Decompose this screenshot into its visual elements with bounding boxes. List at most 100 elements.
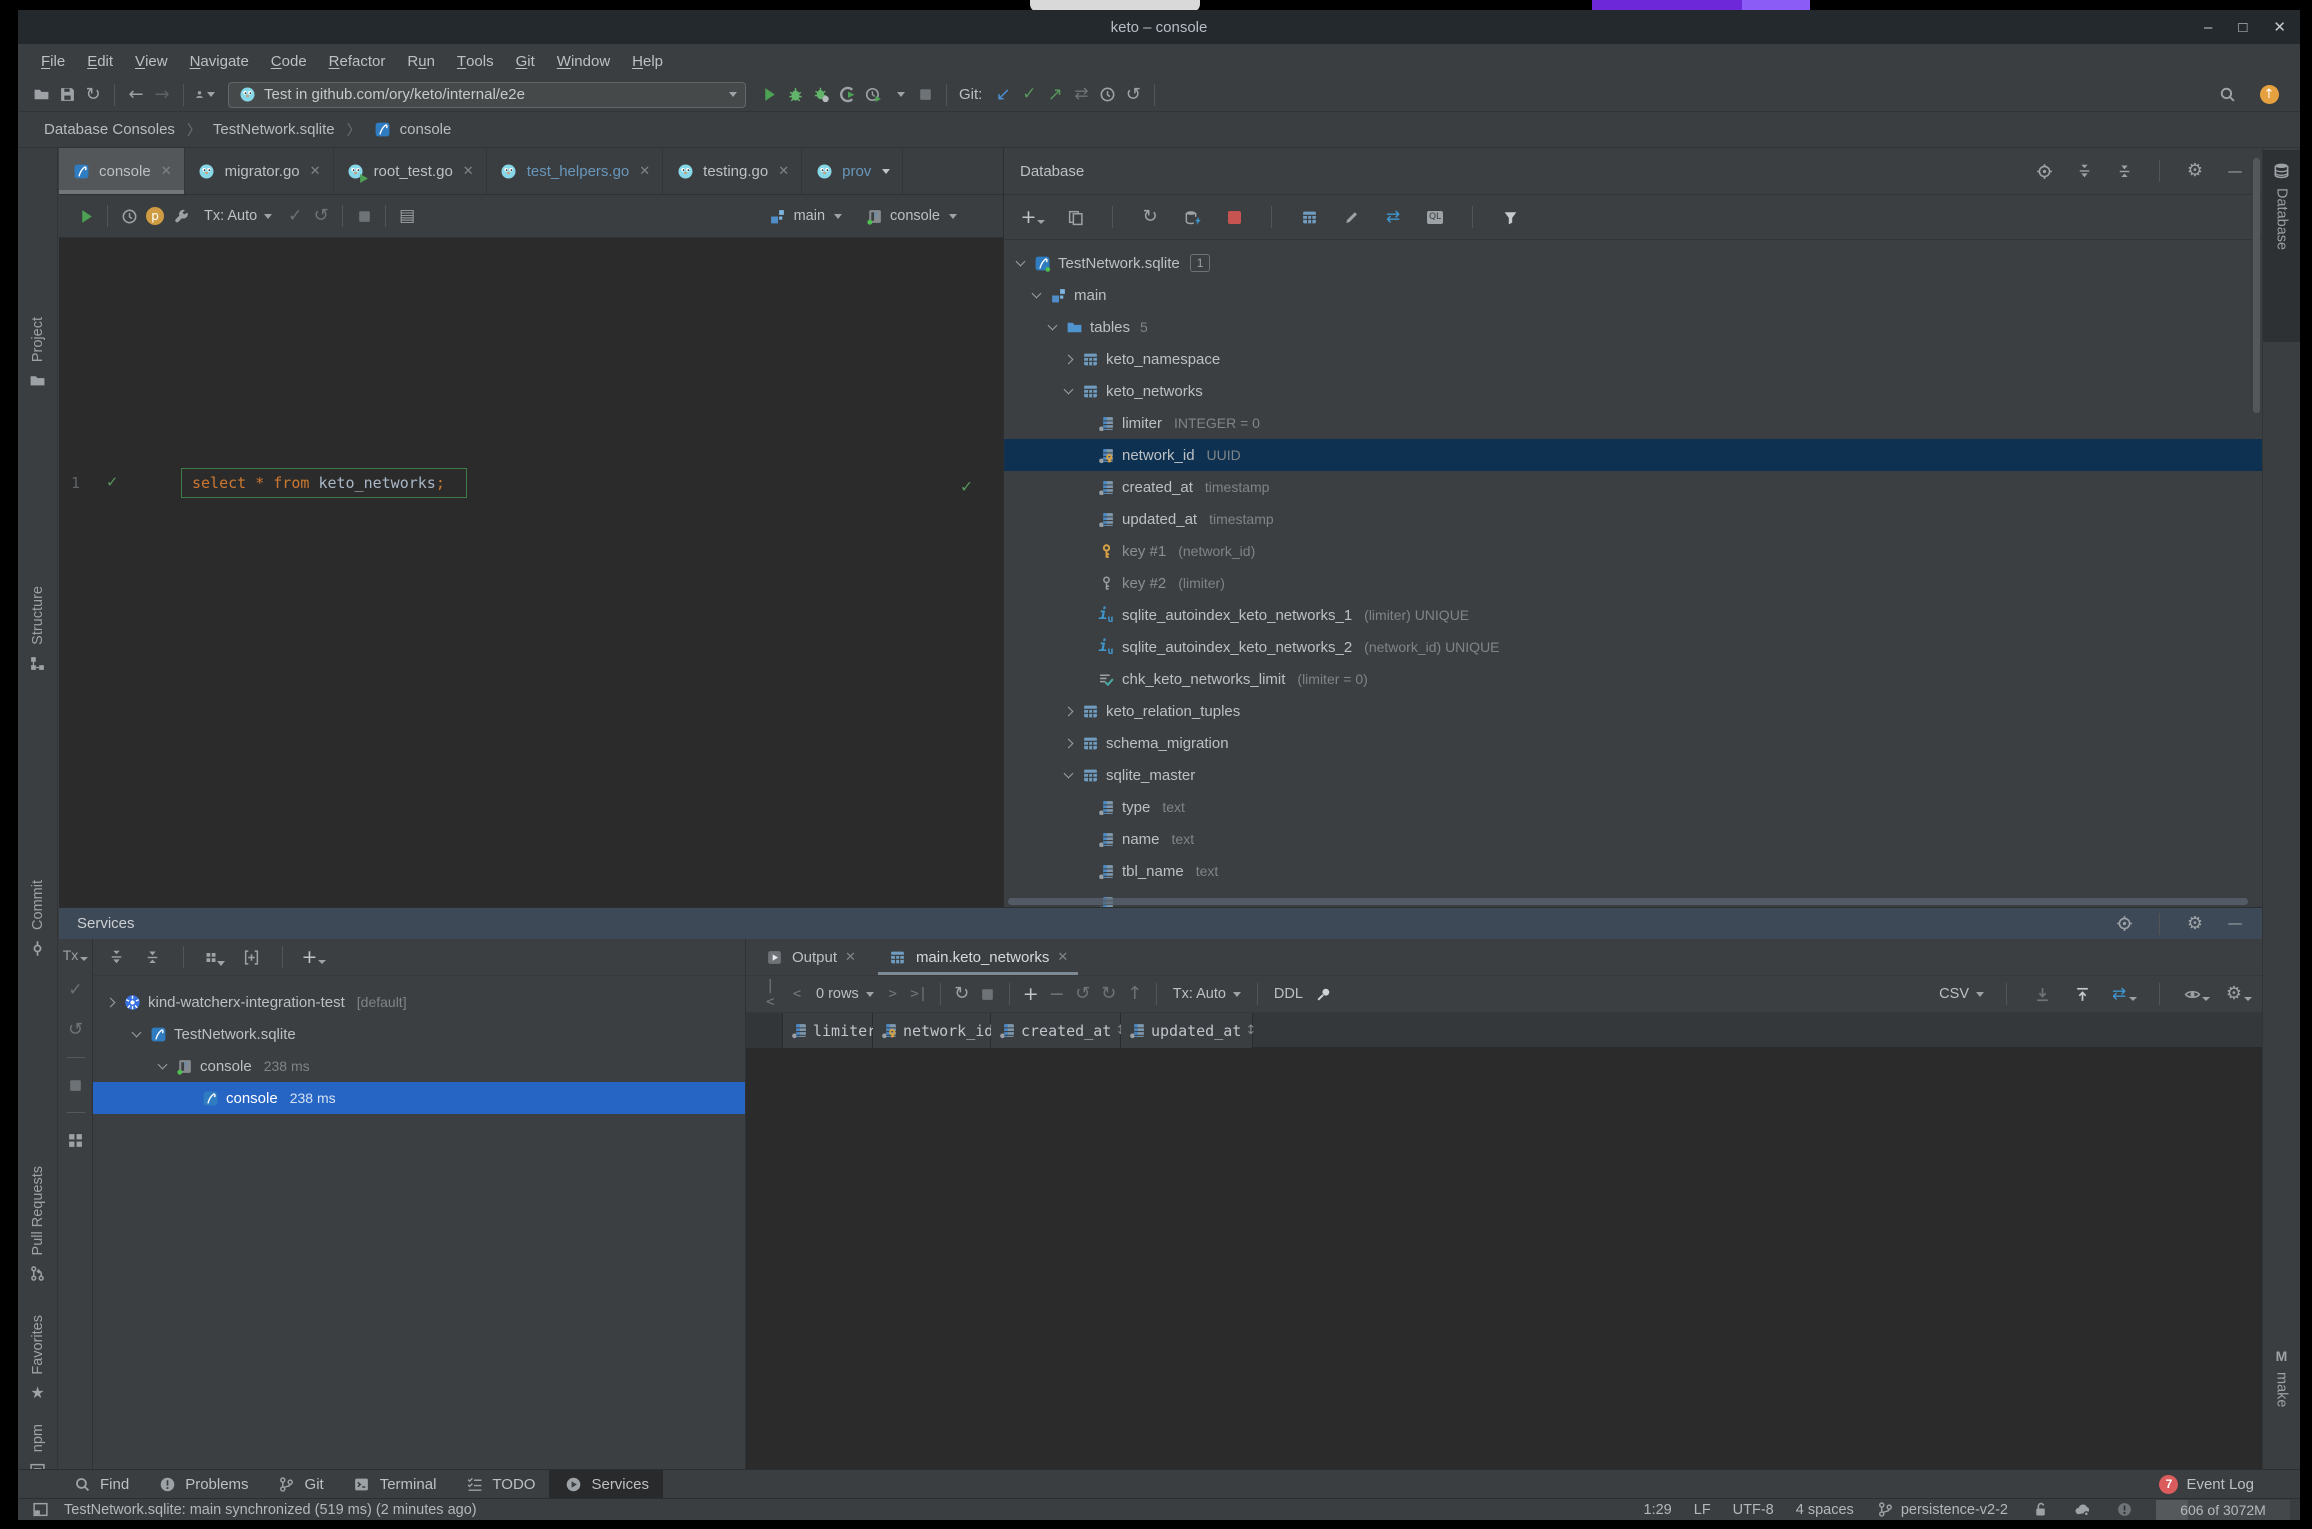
services-tree-row-testnetwork-sqlite[interactable]: TestNetwork.sqlite	[93, 1018, 745, 1050]
services-collapse-all-button[interactable]	[139, 944, 165, 970]
db-collapse-all-button[interactable]	[2111, 158, 2137, 184]
tool-window-button-git[interactable]: Git	[263, 1470, 338, 1498]
tool-window-button-find[interactable]: Find	[58, 1470, 143, 1498]
sql-statement[interactable]: select * from keto_networks;	[192, 474, 445, 492]
grid-prev-page-button[interactable]: <	[784, 981, 810, 1007]
vertical-scrollbar[interactable]	[2253, 158, 2260, 413]
search-everywhere-button[interactable]	[2214, 82, 2240, 108]
output-layout-button[interactable]: ▤	[394, 203, 420, 229]
chevron-down-icon[interactable]	[1061, 768, 1076, 779]
status-info-button[interactable]	[2114, 1500, 2134, 1520]
git-history-button[interactable]	[1094, 82, 1120, 108]
services-add-dd-button[interactable]: +	[301, 944, 327, 970]
chevron-down-icon[interactable]	[129, 1027, 144, 1038]
run-button[interactable]	[73, 203, 99, 229]
status-cloud-settings-button[interactable]	[2072, 1500, 2092, 1520]
horizontal-scrollbar[interactable]	[1008, 898, 2248, 905]
grid-column-header-network_id[interactable]: network_id↕	[873, 1013, 1008, 1048]
tool-window-button-problems[interactable]: Problems	[143, 1470, 262, 1498]
db-tree-row-chk_keto_networks_limit[interactable]: chk_keto_networks_limit (limiter = 0)	[1004, 663, 2262, 695]
tool-strip-make[interactable]: Mmake	[2263, 1348, 2300, 1448]
menu-edit[interactable]: Edit	[76, 44, 124, 78]
grid-compare-button[interactable]: ⇄	[2109, 981, 2137, 1007]
services-grid-button[interactable]	[63, 1127, 89, 1153]
grid-next-page-button[interactable]: >	[880, 981, 906, 1007]
editor-tab-root_test-go[interactable]: root_test.go ✕	[334, 148, 487, 194]
coverage-button[interactable]	[808, 82, 834, 108]
grid-upload-button[interactable]	[2069, 981, 2095, 1007]
services-tree-row-console[interactable]: console 238 ms	[93, 1050, 745, 1082]
chevron-right-icon[interactable]	[103, 997, 118, 1007]
chevron-down-icon[interactable]	[1045, 320, 1060, 331]
grid-first-page-button[interactable]: |<	[758, 978, 784, 1010]
tool-window-button-services[interactable]: Services	[549, 1470, 663, 1498]
status-item-1-29[interactable]: 1:29	[1644, 1502, 1672, 1518]
session-select[interactable]: console	[864, 206, 957, 226]
editor-tab-prov[interactable]: prov	[802, 148, 904, 194]
tool-window-layout-button[interactable]	[30, 1500, 50, 1520]
services-locate-button[interactable]	[2111, 911, 2137, 937]
grid-column-header-limiter[interactable]: limiter↕	[783, 1013, 891, 1048]
menu-view[interactable]: View	[124, 44, 179, 78]
close-icon[interactable]: ✕	[1057, 949, 1068, 965]
grid-redo-button[interactable]: ↻	[1096, 981, 1122, 1007]
status-item-utf-8[interactable]: UTF-8	[1733, 1502, 1774, 1518]
db-edit-button[interactable]	[1338, 204, 1364, 230]
db-open-table-button[interactable]	[1296, 204, 1322, 230]
chevron-down-icon[interactable]	[1013, 256, 1028, 267]
rollback-dim-button[interactable]: ↺	[308, 203, 334, 229]
menu-tools[interactable]: Tools	[446, 44, 505, 78]
services-check-dim-button[interactable]: ✓	[63, 977, 89, 1003]
db-tree-row-network_id[interactable]: network_id UUID	[1004, 439, 2262, 471]
status-item-persistence-v2-2[interactable]: persistence-v2-2	[1876, 1500, 2008, 1520]
profiler-button[interactable]	[834, 82, 860, 108]
db-tree-row-sqlite_autoindex_keto_networks_1[interactable]: iu sqlite_autoindex_keto_networks_1 (limit…	[1004, 599, 2262, 631]
grid-download-button[interactable]	[2029, 981, 2055, 1007]
db-tree-row-sqlite_autoindex_keto_networks_2[interactable]: iu sqlite_autoindex_keto_networks_2 (netwo…	[1004, 631, 2262, 663]
chevron-down-icon[interactable]	[1061, 384, 1076, 395]
menu-code[interactable]: Code	[260, 44, 318, 78]
menu-window[interactable]: Window	[546, 44, 621, 78]
grid-column-header-updated_at[interactable]: updated_at ↕	[1121, 1013, 1256, 1048]
db-filter-button[interactable]	[1497, 204, 1523, 230]
services-tx-select[interactable]: Tx	[63, 947, 89, 963]
grid-view-options-button[interactable]	[2182, 981, 2210, 1007]
tool-strip-favorites[interactable]: Favorites ★	[18, 1243, 57, 1403]
tool-window-button-terminal[interactable]: Terminal	[338, 1470, 451, 1498]
db-hide-button[interactable]: —	[2222, 158, 2248, 184]
grid-tx-mode-select[interactable]: Tx: Auto	[1173, 986, 1241, 1002]
menu-run[interactable]: Run	[396, 44, 446, 78]
db-tree-row-created_at[interactable]: created_at timestamp	[1004, 471, 2262, 503]
menu-navigate[interactable]: Navigate	[179, 44, 260, 78]
git-push-button[interactable]: ↗	[1042, 82, 1068, 108]
breadcrumb-item-database-consoles[interactable]: Database Consoles	[44, 121, 175, 138]
user-dropdown-button[interactable]	[192, 82, 218, 108]
db-ql-console-button[interactable]: QL	[1422, 204, 1448, 230]
chevron-right-icon[interactable]	[1061, 706, 1076, 716]
tool-window-button-todo[interactable]: TODO	[450, 1470, 549, 1498]
grid-undo-button[interactable]: ↺	[1070, 981, 1096, 1007]
db-locate-button[interactable]	[2031, 158, 2057, 184]
chevron-right-icon[interactable]	[1061, 738, 1076, 748]
menu-refactor[interactable]: Refactor	[318, 44, 397, 78]
chevron-down-icon[interactable]	[1029, 288, 1044, 299]
data-grid-body[interactable]	[746, 1048, 2262, 1470]
grid-stop-button[interactable]	[975, 981, 1001, 1007]
status-unlock-button[interactable]	[2030, 1500, 2050, 1520]
services-group-by-button[interactable]	[202, 944, 228, 970]
grid-ddl-button[interactable]: DDL	[1274, 986, 1303, 1002]
db-expand-all-button[interactable]	[2071, 158, 2097, 184]
db-tree-row-main[interactable]: main	[1004, 279, 2262, 311]
db-sync-schema-button[interactable]	[1179, 204, 1205, 230]
output-tab-Output[interactable]: Output ✕	[754, 939, 866, 975]
db-tree-row-testnetwork-sqlite[interactable]: TestNetwork.sqlite 1	[1004, 247, 2262, 279]
stop-button[interactable]	[351, 203, 377, 229]
services-tree-row-console[interactable]: console 238 ms	[93, 1082, 745, 1114]
editor-tab-test_helpers-go[interactable]: test_helpers.go ✕	[487, 148, 664, 194]
dropdown-button[interactable]	[886, 82, 912, 108]
close-icon[interactable]: ✕	[463, 163, 474, 179]
db-tree-row-type[interactable]: type text	[1004, 791, 2262, 823]
profile-p-button[interactable]: p	[142, 203, 168, 229]
db-tree-row-updated_at[interactable]: updated_at timestamp	[1004, 503, 2262, 535]
db-settings-button[interactable]: ⚙	[2182, 158, 2208, 184]
